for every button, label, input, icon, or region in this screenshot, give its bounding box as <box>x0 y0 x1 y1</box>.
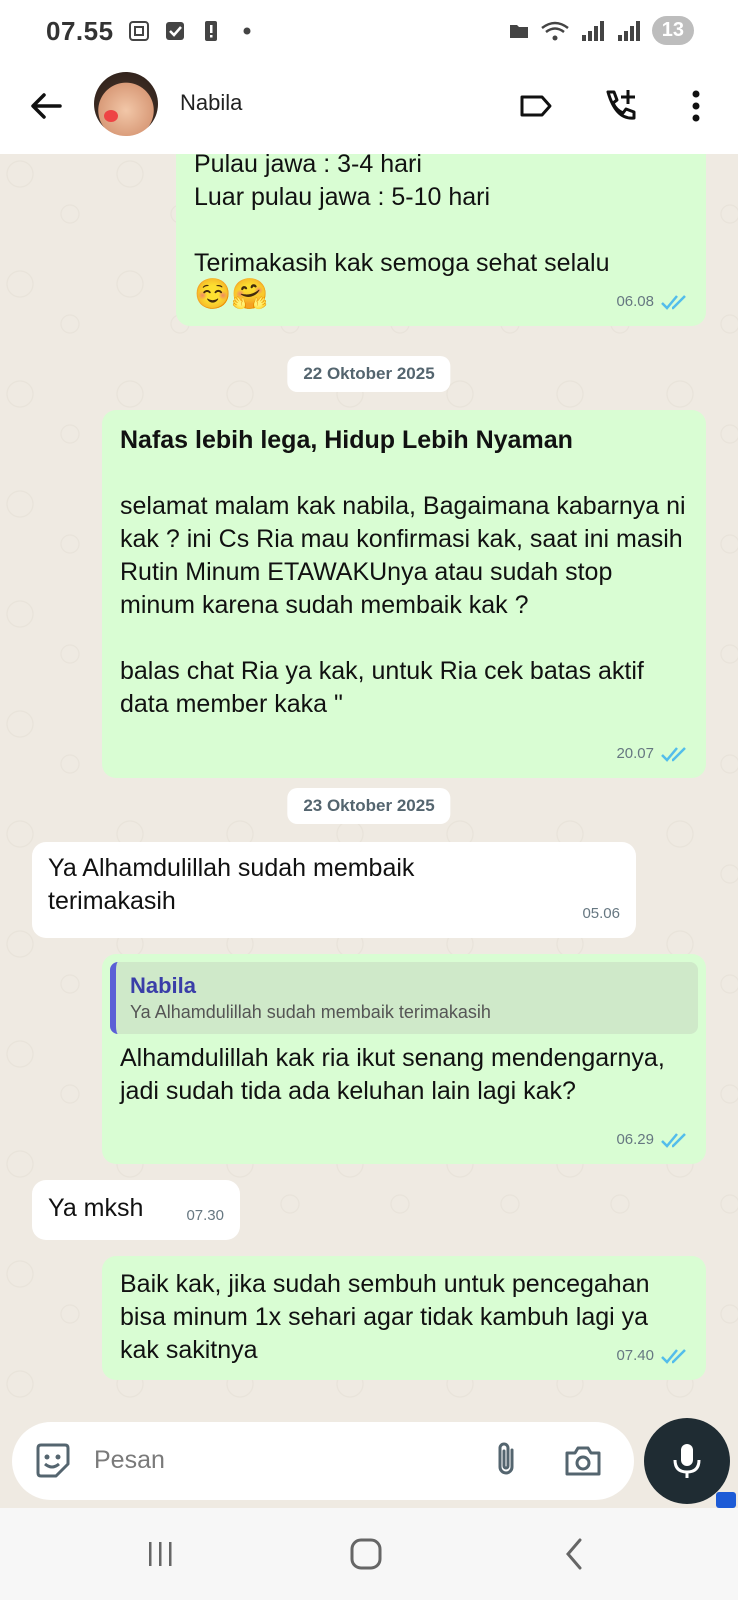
composer: Pesan <box>0 1412 738 1508</box>
sticker-icon[interactable] <box>32 1440 74 1482</box>
home-icon[interactable] <box>346 1536 386 1572</box>
quoted-reply[interactable]: Nabila Ya Alhamdulillah sudah membaik te… <box>110 962 698 1034</box>
mic-button[interactable] <box>644 1418 730 1504</box>
system-nav-bar <box>0 1508 738 1600</box>
status-bar: 07.55 13 <box>0 0 738 62</box>
double-check-icon <box>661 1132 686 1148</box>
status-system-icons: 13 <box>508 16 694 45</box>
folder-icon <box>509 24 528 38</box>
quote-sender: Nabila <box>130 973 197 998</box>
message-meta: 06.29 <box>616 1123 690 1156</box>
message-time: 20.07 <box>616 745 654 762</box>
checkbox-icon <box>165 22 184 40</box>
message-meta: 06.08 <box>616 285 690 318</box>
message-text: Alhamdulillah kak ria ikut senang menden… <box>120 1044 665 1105</box>
message-bubble-outgoing[interactable]: Baik kak, jika sudah sembuh untuk penceg… <box>102 1256 706 1380</box>
chat-area[interactable]: Pulau jawa : 3-4 hari Luar pulau jawa : … <box>0 154 738 1412</box>
double-check-icon <box>661 746 686 762</box>
nav-back-icon[interactable] <box>556 1536 596 1572</box>
message-bubble-outgoing[interactable]: Nabila Ya Alhamdulillah sudah membaik te… <box>102 954 706 1164</box>
message-time: 06.29 <box>616 1131 654 1148</box>
status-notification-icons <box>128 20 258 42</box>
message-meta: 05.06 <box>582 897 620 930</box>
message-meta: 07.40 <box>616 1339 690 1372</box>
message-time: 05.06 <box>582 905 620 922</box>
dot-icon <box>243 27 251 35</box>
message-text: selamat malam kak nabila, Bagaimana kaba… <box>120 492 686 718</box>
signal-icon <box>581 20 604 41</box>
contact-name[interactable]: Nabila <box>180 90 242 116</box>
alert-icon <box>204 21 217 41</box>
double-check-icon <box>661 1348 686 1364</box>
message-input-container[interactable]: Pesan <box>12 1422 634 1500</box>
quote-text: Ya Alhamdulillah sudah membaik terimakas… <box>130 1002 491 1022</box>
message-emoji: ☺️🤗 <box>194 278 269 311</box>
status-time: 07.55 <box>46 15 114 46</box>
message-text: Pulau jawa : 3-4 hari Luar pulau jawa : … <box>194 154 610 277</box>
avatar[interactable] <box>94 72 158 136</box>
back-arrow-icon[interactable] <box>24 84 68 128</box>
upload-indicator-icon <box>716 1492 736 1508</box>
more-vert-icon[interactable] <box>676 86 716 126</box>
double-check-icon <box>661 294 686 310</box>
message-bubble-outgoing[interactable]: Pulau jawa : 3-4 hari Luar pulau jawa : … <box>176 154 706 326</box>
message-time: 06.08 <box>616 293 654 310</box>
date-separator: 23 Oktober 2025 <box>287 788 451 824</box>
message-meta: 07.30 <box>186 1199 224 1232</box>
message-text: Ya Alhamdulillah sudah membaik terimakas… <box>48 854 415 915</box>
message-input[interactable]: Pesan <box>94 1446 165 1475</box>
signal-icon-2 <box>617 20 640 41</box>
mic-icon <box>673 1444 701 1478</box>
label-icon[interactable] <box>516 86 556 126</box>
add-call-icon[interactable] <box>600 86 640 126</box>
date-separator: 22 Oktober 2025 <box>287 356 451 392</box>
message-title: Nafas lebih lega, Hidup Lebih Nyaman <box>120 426 573 454</box>
recent-apps-icon[interactable] <box>140 1536 180 1572</box>
attach-icon[interactable] <box>486 1440 526 1480</box>
message-bubble-outgoing[interactable]: Nafas lebih lega, Hidup Lebih Nyaman sel… <box>102 410 706 778</box>
message-text: Baik kak, jika sudah sembuh untuk penceg… <box>120 1270 650 1364</box>
chat-header: Nabila <box>0 62 738 154</box>
message-time: 07.40 <box>616 1347 654 1364</box>
wifi-icon <box>540 21 569 40</box>
message-time: 07.30 <box>186 1207 224 1224</box>
camera-icon[interactable] <box>562 1440 604 1482</box>
message-bubble-incoming[interactable]: Ya Alhamdulillah sudah membaik terimakas… <box>32 842 636 938</box>
battery-badge: 13 <box>651 16 694 45</box>
message-meta: 20.07 <box>616 737 690 770</box>
message-bubble-incoming[interactable]: Ya mksh 07.30 <box>32 1180 240 1240</box>
screenshot-icon <box>128 21 149 41</box>
